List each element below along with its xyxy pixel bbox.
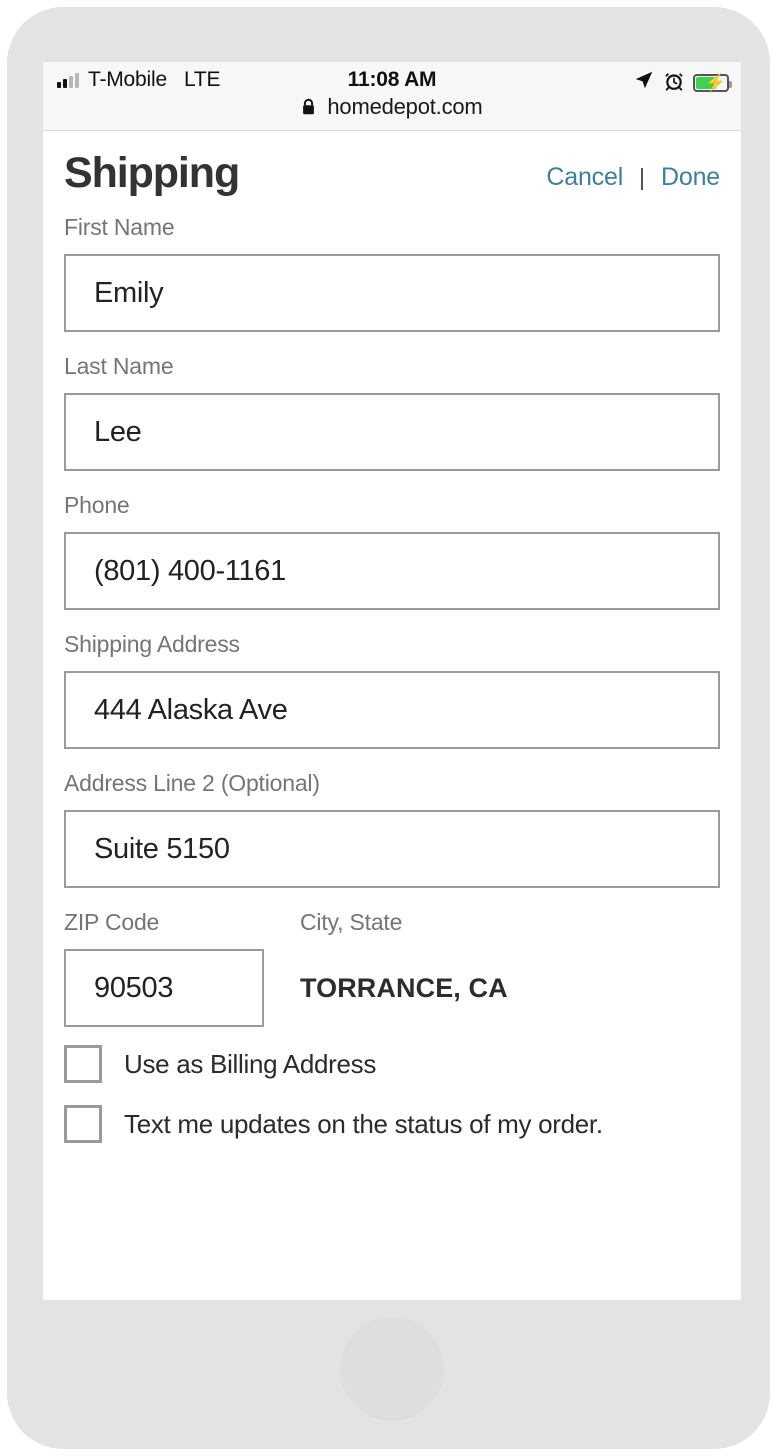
field-label: Address Line 2 (Optional) bbox=[64, 770, 320, 796]
field-label: Shipping Address bbox=[64, 631, 240, 657]
address-line-2-input[interactable]: Suite 5150 bbox=[64, 810, 720, 888]
text-updates-checkbox[interactable] bbox=[64, 1105, 102, 1143]
last-name-input[interactable]: Lee bbox=[64, 393, 720, 471]
action-separator: | bbox=[639, 164, 646, 190]
done-button[interactable]: Done bbox=[661, 163, 720, 192]
field-label: ZIP Code bbox=[64, 909, 160, 935]
first-name-input[interactable]: Emily bbox=[64, 254, 720, 332]
home-button[interactable] bbox=[340, 1317, 444, 1421]
field-last-name: Last Name Lee bbox=[64, 353, 720, 471]
field-city-state: City, State TORRANCE, CA bbox=[300, 909, 720, 1027]
field-phone: Phone (801) 400-1161 bbox=[64, 492, 720, 610]
shipping-form: First Name Emily Last Name Lee Phone (80… bbox=[43, 214, 741, 1143]
field-label: City, State bbox=[300, 909, 403, 935]
cancel-button[interactable]: Cancel bbox=[546, 163, 623, 192]
lock-icon bbox=[301, 96, 316, 122]
field-address-line-2: Address Line 2 (Optional) Suite 5150 bbox=[64, 770, 720, 888]
field-label: Phone bbox=[64, 492, 130, 518]
checkbox-label: Use as Billing Address bbox=[124, 1048, 377, 1079]
field-label: Last Name bbox=[64, 353, 174, 379]
city-state-value: TORRANCE, CA bbox=[300, 972, 508, 1003]
status-bar-top-row: T-Mobile LTE 11:08 AM ⚡ bbox=[43, 68, 741, 96]
field-zip-code: ZIP Code 90503 bbox=[64, 909, 264, 1027]
header-actions: Cancel | Done bbox=[546, 163, 720, 192]
status-bar: T-Mobile LTE 11:08 AM ⚡ homedepot.com bbox=[43, 62, 741, 131]
alarm-clock-icon bbox=[664, 70, 684, 96]
checkbox-label: Text me updates on the status of my orde… bbox=[124, 1108, 603, 1139]
field-label: First Name bbox=[64, 214, 175, 240]
zip-city-row: ZIP Code 90503 City, State TORRANCE, CA bbox=[64, 909, 720, 1027]
url-text: homedepot.com bbox=[327, 94, 483, 119]
browser-url-bar[interactable]: homedepot.com bbox=[43, 94, 741, 122]
use-as-billing-address-checkbox[interactable] bbox=[64, 1045, 102, 1083]
page-title: Shipping bbox=[64, 149, 240, 197]
location-arrow-icon bbox=[633, 69, 655, 96]
field-shipping-address: Shipping Address 444 Alaska Ave bbox=[64, 631, 720, 749]
field-first-name: First Name Emily bbox=[64, 214, 720, 332]
shipping-address-input[interactable]: 444 Alaska Ave bbox=[64, 671, 720, 749]
page-header: Shipping Cancel | Done bbox=[43, 131, 741, 214]
phone-device-frame: T-Mobile LTE 11:08 AM ⚡ homedepot.com Sh… bbox=[7, 7, 770, 1449]
status-bar-right: ⚡ bbox=[633, 69, 732, 96]
battery-charging-icon: ⚡ bbox=[693, 73, 732, 92]
checkbox-row-billing[interactable]: Use as Billing Address bbox=[64, 1045, 720, 1083]
phone-screen: T-Mobile LTE 11:08 AM ⚡ homedepot.com Sh… bbox=[43, 62, 741, 1300]
phone-input[interactable]: (801) 400-1161 bbox=[64, 532, 720, 610]
zip-code-input[interactable]: 90503 bbox=[64, 949, 264, 1027]
checkbox-row-text-updates[interactable]: Text me updates on the status of my orde… bbox=[64, 1105, 720, 1143]
